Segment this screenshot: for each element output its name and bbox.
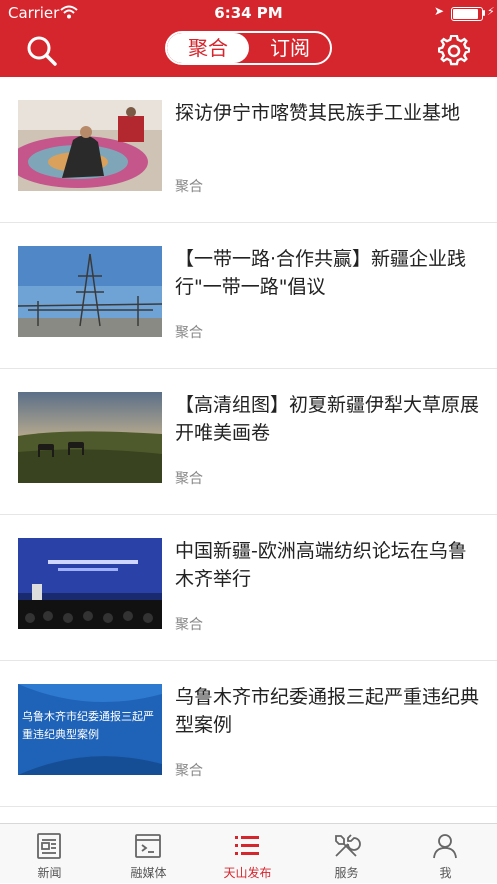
article-thumbnail [18,246,162,337]
newspaper-icon [37,833,61,859]
tab-label: 新闻 [37,866,62,880]
location-icon: ➤ [434,4,445,18]
article-tag: 聚合 [175,179,203,195]
article-title: 【一带一路·合作共赢】新疆企业践行"一带一路"倡议 [175,248,467,298]
tab-label: 我 [439,866,452,880]
article-title: 探访伊宁市喀赞其民族手工业基地 [175,102,461,124]
article-title: 乌鲁木齐市纪委通报三起严重违纪典型案例 [175,686,480,736]
article-tag: 聚合 [175,617,203,633]
battery-icon [451,7,483,21]
charging-icon: ⚡ [487,5,495,18]
list-item[interactable]: 【高清组图】初夏新疆伊犁大草原展开唯美画卷 聚合 [0,369,497,515]
tab-me[interactable]: 我 [396,824,495,884]
article-thumbnail [18,100,162,191]
list-item[interactable]: 探访伊宁市喀赞其民族手工业基地 聚合 [0,77,497,223]
list-item[interactable]: 中国新疆-欧洲高端纺织论坛在乌鲁木齐举行 聚合 [0,515,497,661]
article-title: 【高清组图】初夏新疆伊犁大草原展开唯美画卷 [175,394,480,444]
tab-news[interactable]: 新闻 [0,824,99,884]
tab-bar: 新闻 融媒体 天山发布 服务 我 [0,823,497,883]
article-tag: 聚合 [175,763,203,779]
thumbnail-caption: 乌鲁木齐市纪委通报三起严重违纪典型案例 [22,710,154,741]
segment-subscribe[interactable]: 订阅 [249,33,330,63]
battery-tip [483,10,485,16]
gear-icon[interactable] [437,34,471,67]
tab-media[interactable]: 融媒体 [99,824,198,884]
search-icon[interactable] [26,35,58,67]
tools-icon [335,834,361,857]
article-thumbnail [18,538,162,629]
list-item[interactable]: 【一带一路·合作共赢】新疆企业践行"一带一路"倡议 聚合 [0,223,497,369]
tab-label: 融媒体 [130,866,167,880]
status-time: 6:34 PM [214,4,283,22]
segmented-control: 聚合 订阅 [165,31,332,65]
tab-tianshan[interactable]: 天山发布 [198,824,297,884]
list-item[interactable]: 乌鲁木齐市纪委通报三起严重违纪典型案例 乌鲁木齐市纪委通报三起严重违纪典型案例 … [0,661,497,807]
tab-label: 天山发布 [223,866,272,880]
status-bar: Carrier 6:34 PM ➤ ⚡ [0,0,497,26]
article-tag: 聚合 [175,471,203,487]
article-thumbnail: 乌鲁木齐市纪委通报三起严重违纪典型案例 [18,684,162,775]
article-thumbnail [18,392,162,483]
article-title: 中国新疆-欧洲高端纺织论坛在乌鲁木齐举行 [175,540,467,590]
tab-services[interactable]: 服务 [297,824,396,884]
article-tag: 聚合 [175,325,203,341]
segment-aggregate[interactable]: 聚合 [167,33,249,63]
list-icon [235,836,259,855]
person-icon [433,834,457,859]
tab-label: 服务 [334,866,359,880]
media-icon [135,834,161,858]
app-header: Carrier 6:34 PM ➤ ⚡ 聚合 订阅 [0,0,497,77]
